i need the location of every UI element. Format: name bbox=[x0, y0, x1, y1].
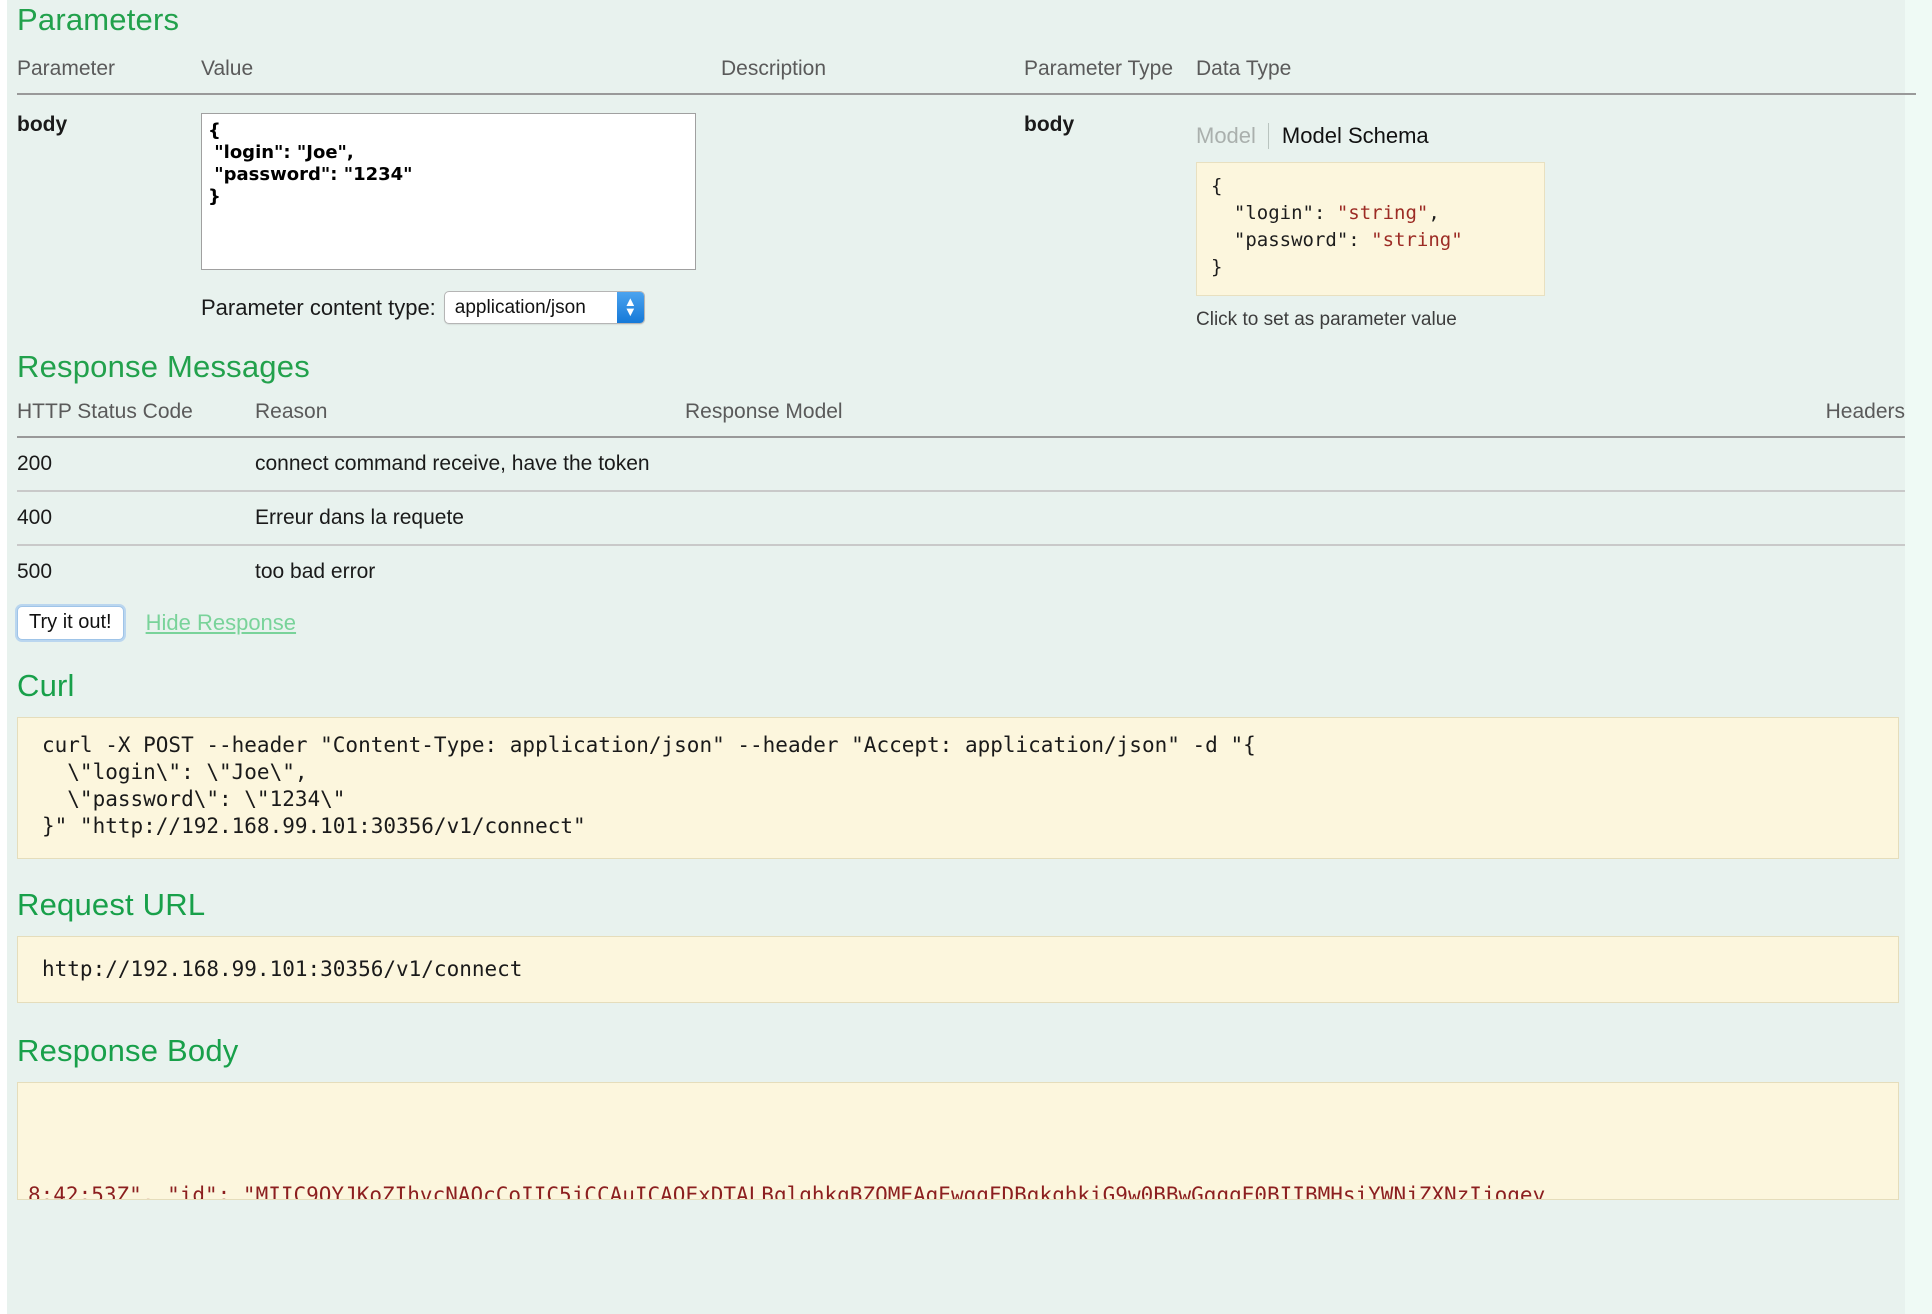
try-it-out-button[interactable]: Try it out! bbox=[17, 606, 124, 640]
col-headers: Headers bbox=[1445, 392, 1905, 438]
schema-key-password: "password": bbox=[1211, 229, 1372, 251]
status-reason: connect command receive, have the token bbox=[255, 452, 650, 475]
parameter-content-type-value: application/json bbox=[454, 297, 586, 318]
parameter-content-type-row: Parameter content type: application/json… bbox=[201, 291, 721, 324]
parameter-type-cell: body bbox=[1024, 113, 1075, 136]
parameter-row-body: body { "login": "Joe", "password": "1234… bbox=[17, 94, 1916, 345]
table-row: 400 Erreur dans la requete bbox=[17, 491, 1905, 545]
tab-model[interactable]: Model bbox=[1196, 123, 1268, 149]
response-messages-table: HTTP Status Code Reason Response Model H… bbox=[17, 392, 1905, 598]
parameter-content-type-label: Parameter content type: bbox=[201, 294, 436, 320]
response-body-heading: Response Body bbox=[17, 1033, 239, 1068]
response-body-box[interactable]: 8:42:53Z", "id": "MIIC9QYJKoZIhvcNAQcCoI… bbox=[17, 1082, 1899, 1200]
table-row: 500 too bad error bbox=[17, 545, 1905, 598]
action-row: Try it out! Hide Response bbox=[7, 606, 1905, 640]
status-code: 500 bbox=[17, 560, 53, 583]
col-http-status-code: HTTP Status Code bbox=[17, 392, 255, 438]
response-messages-heading: Response Messages bbox=[17, 349, 310, 384]
col-response-model: Response Model bbox=[685, 392, 1445, 438]
tab-model-schema[interactable]: Model Schema bbox=[1269, 123, 1429, 149]
request-url-heading: Request URL bbox=[17, 887, 206, 922]
col-description: Description bbox=[721, 49, 1024, 95]
col-parameter: Parameter bbox=[17, 49, 201, 95]
status-headers bbox=[1445, 437, 1905, 491]
request-url-box[interactable]: http://192.168.99.101:30356/v1/connect bbox=[17, 936, 1899, 1003]
schema-close-brace: } bbox=[1211, 256, 1223, 278]
swagger-operation-panel: Parameters Parameter Value Description P… bbox=[0, 0, 1932, 1314]
status-reason: Erreur dans la requete bbox=[255, 506, 464, 529]
status-model bbox=[685, 545, 1445, 598]
parameter-name-body: body bbox=[17, 113, 68, 136]
parameter-data-type-cell: Model Model Schema { "login": "string", … bbox=[1196, 94, 1916, 345]
model-schema-tabs: Model Model Schema bbox=[1196, 123, 1916, 149]
body-value-textarea[interactable]: { "login": "Joe", "password": "1234" } bbox=[201, 113, 696, 270]
schema-open-brace: { bbox=[1211, 175, 1223, 197]
status-model bbox=[685, 491, 1445, 545]
hide-response-link[interactable]: Hide Response bbox=[146, 610, 296, 636]
schema-click-hint: Click to set as parameter value bbox=[1196, 309, 1457, 330]
status-model bbox=[685, 437, 1445, 491]
model-schema-box[interactable]: { "login": "string", "password": "string… bbox=[1196, 162, 1545, 296]
schema-comma: , bbox=[1428, 202, 1440, 224]
schema-value-login: "string" bbox=[1336, 202, 1429, 224]
parameters-heading: Parameters bbox=[17, 2, 180, 37]
col-reason: Reason bbox=[255, 392, 685, 438]
col-parameter-type: Parameter Type bbox=[1024, 49, 1196, 95]
status-code: 200 bbox=[17, 452, 53, 475]
parameter-value-cell: { "login": "Joe", "password": "1234" } P… bbox=[201, 94, 721, 345]
schema-key-login: "login": bbox=[1211, 202, 1337, 224]
parameter-description-cell bbox=[721, 94, 1024, 345]
panel-inner: Parameters Parameter Value Description P… bbox=[7, 0, 1916, 1314]
col-value: Value bbox=[201, 49, 721, 95]
status-reason: too bad error bbox=[255, 560, 376, 583]
status-headers bbox=[1445, 491, 1905, 545]
table-row: 200 connect command receive, have the to… bbox=[17, 437, 1905, 491]
status-headers bbox=[1445, 545, 1905, 598]
schema-value-password: "string" bbox=[1371, 229, 1463, 251]
parameter-content-type-select[interactable]: application/json ▲ ▼ bbox=[443, 291, 645, 324]
curl-heading: Curl bbox=[17, 668, 75, 703]
response-messages-header-row: HTTP Status Code Reason Response Model H… bbox=[17, 392, 1905, 438]
parameters-table: Parameter Value Description Parameter Ty… bbox=[17, 49, 1916, 345]
col-data-type: Data Type bbox=[1196, 49, 1916, 95]
chevron-updown-icon: ▲ ▼ bbox=[616, 292, 644, 323]
curl-command-box[interactable]: curl -X POST --header "Content-Type: app… bbox=[17, 717, 1899, 859]
parameters-table-header-row: Parameter Value Description Parameter Ty… bbox=[17, 49, 1916, 95]
response-body-text: 8:42:53Z", "id": "MIIC9QYJKoZIhvcNAQcCoI… bbox=[28, 1183, 1546, 1200]
status-code: 400 bbox=[17, 506, 53, 529]
